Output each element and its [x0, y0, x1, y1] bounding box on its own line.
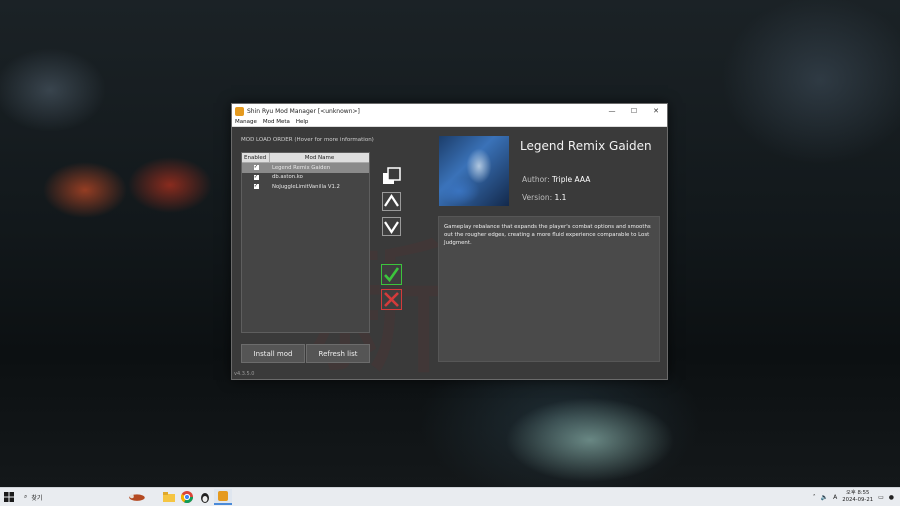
- menu-manage[interactable]: Manage: [232, 119, 260, 125]
- enabled-checkbox[interactable]: ✓: [253, 165, 259, 171]
- enabled-checkbox[interactable]: ✓: [253, 174, 259, 180]
- author-label: Author:: [522, 175, 550, 184]
- mod-title: Legend Remix Gaiden: [520, 139, 652, 153]
- mod-name: NoJuggleLimitVanilla V1.2: [272, 183, 340, 190]
- col-name-header[interactable]: Mod Name: [270, 155, 369, 161]
- mod-row[interactable]: ✓ db.aston.ko: [242, 173, 369, 183]
- notification-icon[interactable]: ▭: [878, 494, 884, 501]
- load-order-label: MOD LOAD ORDER (Hover for more informati…: [241, 137, 374, 143]
- input-language[interactable]: A: [833, 494, 837, 501]
- mod-list[interactable]: Enabled Mod Name ✓ Legend Remix Gaiden ✓…: [241, 152, 370, 333]
- red-panda-icon[interactable]: [128, 489, 146, 505]
- taskbar-search[interactable]: ⌕ 찾기: [18, 493, 128, 502]
- copilot-icon[interactable]: ●: [889, 494, 894, 501]
- version-label: Version:: [522, 193, 553, 202]
- enable-check-icon[interactable]: [381, 264, 402, 285]
- install-mod-button[interactable]: Install mod: [241, 344, 305, 363]
- search-icon: ⌕: [24, 493, 28, 500]
- clock-date: 2024-09-21: [842, 497, 874, 503]
- clock[interactable]: 오후 8:55 2024-09-21: [842, 490, 873, 504]
- mod-name: db.aston.ko: [272, 174, 303, 181]
- chrome-icon[interactable]: [178, 489, 196, 505]
- speaker-icon[interactable]: 🔈: [821, 494, 828, 501]
- enabled-checkbox[interactable]: ✓: [253, 184, 259, 190]
- mod-manager-taskbar-icon[interactable]: [214, 489, 232, 505]
- mod-manager-window: Shin Ryu Mod Manager [<unknown>] — ☐ ✕ M…: [231, 103, 668, 397]
- title-bar[interactable]: Shin Ryu Mod Manager [<unknown>] — ☐ ✕: [232, 104, 667, 118]
- app-icon: [235, 106, 244, 116]
- mod-row[interactable]: ✓ Legend Remix Gaiden: [242, 163, 369, 173]
- search-text: 찾기: [31, 494, 43, 502]
- main-content: 新 MOD LOAD ORDER (Hover for more informa…: [232, 128, 667, 397]
- mod-version: Version: 1.1: [522, 193, 566, 202]
- col-enabled-header[interactable]: Enabled: [242, 153, 270, 162]
- penguin-app-icon[interactable]: [196, 489, 214, 505]
- disable-x-icon[interactable]: [381, 289, 402, 310]
- file-explorer-icon[interactable]: [160, 489, 178, 505]
- menu-help[interactable]: Help: [293, 119, 312, 125]
- mod-row[interactable]: ✓ NoJuggleLimitVanilla V1.2: [242, 182, 369, 192]
- mod-author: Author: Triple AAA: [522, 175, 590, 184]
- refresh-list-button[interactable]: Refresh list: [306, 344, 370, 363]
- maximize-button[interactable]: ☐: [623, 107, 645, 115]
- move-up-icon[interactable]: [381, 191, 402, 212]
- app-version: v4.3.5.0: [234, 371, 255, 377]
- menu-bar: Manage Mod Meta Help: [232, 118, 667, 127]
- windows-icon: [4, 492, 14, 502]
- move-down-icon[interactable]: [381, 216, 402, 237]
- clock-time: 오후 8:55: [846, 490, 870, 496]
- taskbar: ⌕ 찾기 ˄ 🔈 A 오후 8:55 2024-09-21 ▭ ●: [0, 487, 900, 506]
- author-value: Triple AAA: [552, 175, 591, 184]
- mod-name: Legend Remix Gaiden: [272, 164, 331, 171]
- version-value: 1.1: [554, 193, 567, 202]
- start-button[interactable]: [0, 492, 18, 502]
- mod-thumbnail: [439, 136, 509, 206]
- window-title: Shin Ryu Mod Manager [<unknown>]: [247, 107, 360, 115]
- chevron-up-icon[interactable]: ˄: [813, 494, 816, 501]
- system-tray: ˄ 🔈 A 오후 8:55 2024-09-21 ▭ ●: [813, 490, 900, 504]
- mod-list-header: Enabled Mod Name: [242, 153, 369, 163]
- minimize-button[interactable]: —: [601, 107, 623, 115]
- mod-description: Gameplay rebalance that expands the play…: [438, 216, 660, 362]
- close-button[interactable]: ✕: [645, 107, 667, 115]
- toggle-all-icon[interactable]: [381, 166, 402, 187]
- menu-mod-meta[interactable]: Mod Meta: [260, 119, 293, 125]
